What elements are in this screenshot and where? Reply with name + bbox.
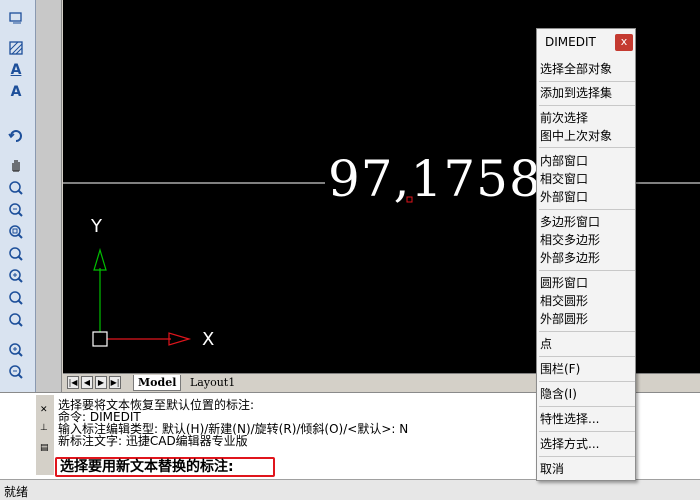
zoom-dynamic-icon[interactable]	[6, 244, 26, 264]
menu-separator	[539, 270, 635, 271]
menu-separator	[539, 331, 635, 332]
cad-application: A A 97,1758 Y X |◀ ◀ ▶ ▶| Model Layout1 …	[0, 0, 700, 500]
pan-hand-icon[interactable]	[6, 155, 26, 175]
menu-separator	[539, 147, 635, 148]
prev-tab-button[interactable]: ◀	[81, 376, 93, 389]
status-bar: 就绪	[0, 479, 700, 500]
menu-item-selection-mode[interactable]: 选择方式...	[540, 437, 599, 451]
zoom-previous-icon[interactable]	[6, 200, 26, 220]
menu-item-crossing-circle[interactable]: 相交圆形	[540, 294, 588, 308]
menu-separator	[539, 406, 635, 407]
menu-item-window-circle[interactable]: 圆形窗口	[540, 276, 588, 290]
command-history-line: 新标注文字: 迅捷CAD编辑器专业版	[58, 434, 248, 448]
menu-separator	[539, 381, 635, 382]
menu-separator	[539, 209, 635, 210]
command-history: 选择要将文本恢复至默认位置的标注: 命令: DIMEDIT 输入标注编辑类型: …	[58, 399, 538, 447]
cloud-icon[interactable]	[6, 8, 26, 28]
menu-separator	[539, 431, 635, 432]
tab-model[interactable]: Model	[133, 375, 182, 391]
menu-item-crossing-window[interactable]: 相交窗口	[540, 172, 588, 186]
menu-separator	[539, 356, 635, 357]
hatch-icon[interactable]	[6, 38, 26, 58]
next-tab-button[interactable]: ▶	[95, 376, 107, 389]
multiline-text-icon[interactable]: A	[6, 60, 26, 80]
zoom-window-icon[interactable]	[6, 222, 26, 242]
status-text: 就绪	[4, 485, 29, 499]
menu-item-window[interactable]: 内部窗口	[540, 154, 588, 168]
menu-separator	[539, 105, 635, 106]
menu-item-implied[interactable]: 隐含(I)	[540, 387, 577, 401]
menu-title: DIMEDIT	[545, 35, 596, 49]
x-axis-label: X	[202, 329, 215, 350]
menu-item-crossing-polygon[interactable]: 相交多边形	[540, 233, 600, 247]
zoom-extents-icon[interactable]	[6, 310, 26, 330]
toolbar-scroll-strip	[36, 0, 62, 392]
menu-close-button[interactable]: x	[615, 34, 633, 51]
command-window-handle[interactable]: ✕ ⊥ ▤	[36, 395, 54, 475]
ucs-y-arrow	[93, 247, 107, 271]
menu-item-select-all[interactable]: 选择全部对象	[540, 62, 612, 76]
menu-item-outside-circle[interactable]: 外部圆形	[540, 312, 588, 326]
zoom-plus-icon[interactable]	[6, 340, 26, 360]
menu-item-outside-window[interactable]: 外部窗口	[540, 190, 588, 204]
menu-item-cancel[interactable]: 取消	[540, 462, 564, 476]
menu-item-select-by-property[interactable]: 特性选择...	[540, 412, 599, 426]
zoom-all-icon[interactable]	[6, 288, 26, 308]
menu-item-last-object[interactable]: 图中上次对象	[540, 129, 612, 143]
command-prompt-input[interactable]: 选择要用新文本替换的标注:	[55, 457, 275, 477]
dimedit-context-menu: DIMEDIT x 选择全部对象 添加到选择集 前次选择 图中上次对象 内部窗口…	[536, 28, 636, 481]
menu-item-previous-selection[interactable]: 前次选择	[540, 111, 588, 125]
ucs-x-arrow	[168, 332, 192, 346]
dimension-text[interactable]: 97,1758	[328, 150, 542, 208]
ucs-origin-box	[92, 331, 108, 347]
menu-item-add-to-selection[interactable]: 添加到选择集	[540, 86, 612, 100]
zoom-realtime-icon[interactable]	[6, 178, 26, 198]
left-toolbar: A A	[0, 0, 36, 392]
menu-item-window-polygon[interactable]: 多边形窗口	[540, 215, 600, 229]
first-tab-button[interactable]: |◀	[67, 376, 79, 389]
text-icon[interactable]: A	[6, 82, 26, 102]
tab-layout1[interactable]: Layout1	[186, 375, 239, 391]
last-tab-button[interactable]: ▶|	[109, 376, 121, 389]
pin-icon[interactable]: ⊥	[40, 423, 48, 433]
regen-icon[interactable]	[6, 126, 26, 146]
menu-item-outside-polygon[interactable]: 外部多边形	[540, 251, 600, 265]
zoom-minus-icon[interactable]	[6, 362, 26, 382]
y-axis-label: Y	[91, 216, 102, 237]
menu-separator	[539, 81, 635, 82]
zoom-in-icon[interactable]	[6, 266, 26, 286]
menu-separator	[539, 456, 635, 457]
close-icon[interactable]: ✕	[40, 405, 48, 415]
menu-item-fence[interactable]: 围栏(F)	[540, 362, 580, 376]
properties-icon[interactable]: ▤	[40, 443, 49, 453]
menu-item-point[interactable]: 点	[540, 337, 552, 351]
